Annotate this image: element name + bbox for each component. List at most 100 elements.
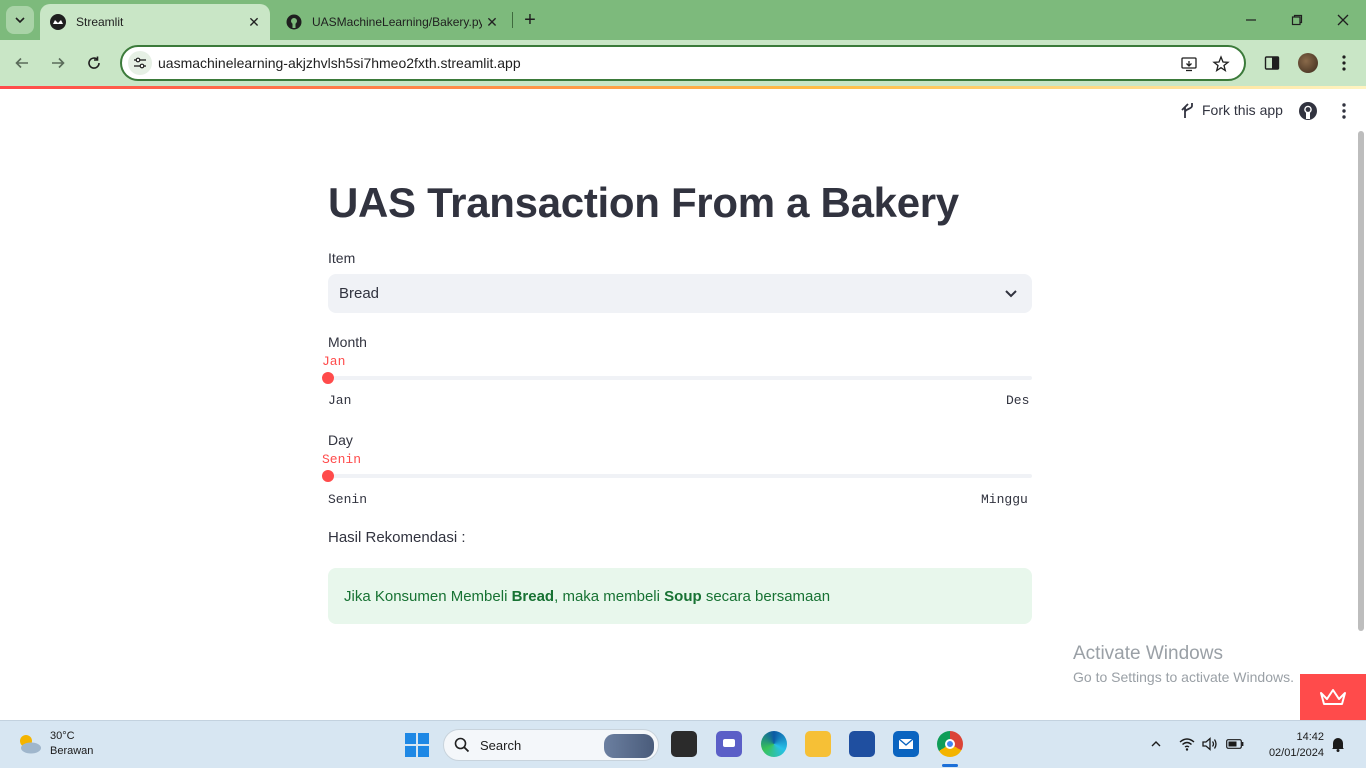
windows-logo-icon <box>405 733 429 757</box>
github-favicon-icon <box>286 14 302 30</box>
chevron-up-icon <box>1151 741 1161 747</box>
fork-label: Fork this app <box>1202 102 1283 118</box>
profile-button[interactable] <box>1296 51 1320 75</box>
chrome-browser-icon[interactable] <box>937 731 963 757</box>
file-explorer-icon[interactable] <box>805 731 831 757</box>
day-slider-min: Senin <box>328 492 368 507</box>
forward-button[interactable] <box>44 49 72 77</box>
windows-taskbar: 30°C Berawan Search 14:42 02/01/2024 <box>0 720 1366 768</box>
weather-widget[interactable]: 30°C Berawan <box>16 729 93 759</box>
star-icon <box>1212 55 1230 72</box>
page-title: UAS Transaction From a Bakery <box>328 179 959 226</box>
tab-divider <box>512 12 513 28</box>
install-icon <box>1181 57 1197 72</box>
main-menu-button[interactable] <box>1334 101 1354 121</box>
alert-item: Bread <box>511 587 555 605</box>
browser-tab-bar: Streamlit ✕ UASMachineLearning/Bakery.py… <box>0 0 1366 40</box>
browser-menu-button[interactable] <box>1332 51 1356 75</box>
search-placeholder: Search <box>480 737 522 753</box>
volume-icon[interactable] <box>1201 735 1219 753</box>
day-slider-max: Minggu <box>981 492 1028 507</box>
recommendation-alert: Jika Konsumen Membeli Bread , maka membe… <box>328 568 1032 624</box>
month-slider-max: Des <box>1006 393 1030 408</box>
page-scrollbar[interactable] <box>1358 131 1364 631</box>
microsoft-store-icon[interactable] <box>849 731 875 757</box>
close-tab-icon[interactable]: ✕ <box>244 12 264 32</box>
tab-title: Streamlit <box>76 15 124 29</box>
tune-icon <box>134 57 146 69</box>
crown-icon <box>1320 689 1346 705</box>
active-app-indicator <box>942 764 958 767</box>
watermark-title: Activate Windows <box>1073 643 1223 664</box>
task-view-icon[interactable] <box>671 731 697 757</box>
minimize-window-button[interactable] <box>1228 0 1274 40</box>
day-slider-track[interactable] <box>328 474 1032 478</box>
fork-app-button[interactable]: Fork this app <box>1180 101 1283 119</box>
mail-icon[interactable] <box>893 731 919 757</box>
close-icon <box>1337 14 1349 26</box>
month-slider-track[interactable] <box>328 376 1032 380</box>
side-panel-button[interactable] <box>1260 51 1284 75</box>
minimize-icon <box>1246 19 1256 21</box>
watermark-subtitle: Go to Settings to activate Windows. <box>1073 669 1294 685</box>
activate-windows-watermark: Activate Windows Go to Settings to activ… <box>1073 643 1294 685</box>
github-icon[interactable] <box>1298 101 1318 121</box>
teams-chat-icon[interactable] <box>716 731 742 757</box>
arrow-right-icon <box>52 57 65 69</box>
partly-cloudy-icon <box>20 735 41 754</box>
tab-title: UASMachineLearning/Bakery.py <box>312 15 482 29</box>
chevron-down-icon <box>15 17 25 24</box>
arrow-left-icon <box>15 57 28 69</box>
tab-search-button[interactable] <box>6 6 34 34</box>
weather-desc: Berawan <box>50 745 94 757</box>
day-slider-label: Day <box>328 432 353 448</box>
item-select-value: Bread <box>339 285 380 302</box>
show-hidden-icons-button[interactable] <box>1147 735 1165 753</box>
avatar <box>1298 53 1318 73</box>
back-button[interactable] <box>8 49 36 77</box>
close-tab-icon[interactable]: ✕ <box>482 12 502 32</box>
notification-bell-icon[interactable] <box>1329 735 1347 753</box>
search-icon <box>454 737 470 753</box>
restore-window-button[interactable] <box>1274 0 1320 40</box>
month-slider-value: Jan <box>322 354 346 369</box>
tab-streamlit[interactable]: Streamlit ✕ <box>40 4 270 40</box>
address-bar[interactable]: uasmachinelearning-akjzhvlsh5si7hmeo2fxt… <box>120 45 1246 81</box>
clock-time: 14:42 <box>1296 731 1324 743</box>
day-slider-thumb[interactable] <box>322 470 334 482</box>
url-text[interactable]: uasmachinelearning-akjzhvlsh5si7hmeo2fxt… <box>158 55 521 71</box>
tab-github[interactable]: UASMachineLearning/Bakery.py ✕ <box>278 4 508 40</box>
item-select-label: Item <box>328 250 356 266</box>
clock-date: 02/01/2024 <box>1268 747 1324 759</box>
search-highlight-image <box>604 734 654 758</box>
reload-button[interactable] <box>80 49 108 77</box>
restore-icon <box>1291 14 1303 26</box>
edge-browser-icon[interactable] <box>761 731 787 757</box>
alert-prefix: Jika Konsumen Membeli <box>344 587 512 605</box>
streamlit-app: Fork this app UAS Transaction From a Bak… <box>0 89 1366 720</box>
close-window-button[interactable] <box>1320 0 1366 40</box>
weather-temp: 30°C <box>50 730 75 742</box>
install-app-button[interactable] <box>1178 53 1200 75</box>
streamlit-favicon-icon <box>50 14 66 30</box>
taskbar-search[interactable]: Search <box>443 729 659 761</box>
site-info-button[interactable] <box>128 51 152 75</box>
start-button[interactable] <box>405 733 429 757</box>
battery-icon[interactable] <box>1226 735 1244 753</box>
new-tab-button[interactable]: + <box>518 8 542 32</box>
alert-middle: , maka membeli <box>554 587 665 605</box>
month-slider-thumb[interactable] <box>322 372 334 384</box>
alert-suffix: secara bersamaan <box>701 587 831 605</box>
side-panel-icon <box>1264 56 1280 70</box>
more-vert-icon <box>1342 103 1346 119</box>
month-slider-min: Jan <box>328 393 352 408</box>
browser-toolbar: uasmachinelearning-akjzhvlsh5si7hmeo2fxt… <box>0 40 1366 86</box>
alert-recommendation: Soup <box>664 587 702 605</box>
bookmark-button[interactable] <box>1210 53 1232 75</box>
fork-icon <box>1180 101 1196 119</box>
streamlit-badge-button[interactable] <box>1300 674 1366 720</box>
wifi-icon[interactable] <box>1178 735 1196 753</box>
more-vert-icon <box>1342 55 1346 71</box>
item-select[interactable]: Bread <box>328 274 1032 313</box>
system-clock[interactable]: 14:42 02/01/2024 <box>1258 729 1324 761</box>
